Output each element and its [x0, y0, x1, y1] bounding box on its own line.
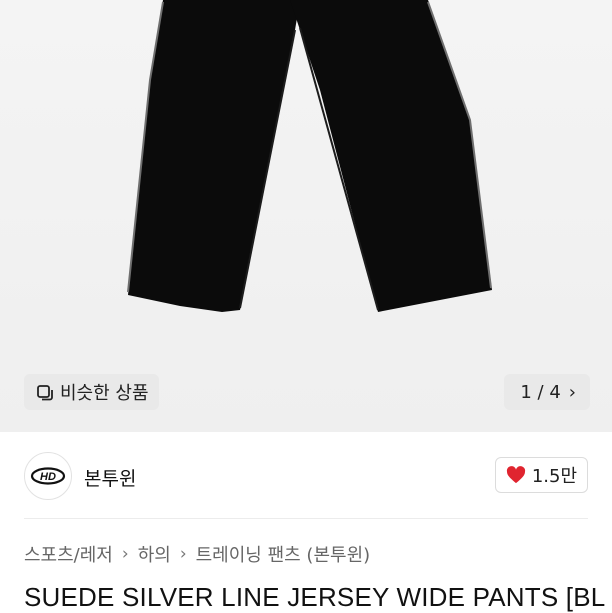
product-image-carousel[interactable]: 비슷한 상품 1 / 4 ›: [0, 0, 612, 432]
similar-items-icon: [37, 385, 53, 401]
product-title: SUEDE SILVER LINE JERSEY WIDE PANTS [BL: [24, 582, 606, 612]
breadcrumb: 스포츠/레저 › 하의 › 트레이닝 팬츠 (본투윈): [24, 541, 370, 567]
product-image-pants: [127, 0, 492, 312]
heart-icon: [506, 466, 525, 484]
shop-name[interactable]: 본투윈: [84, 464, 136, 491]
shop-avatar[interactable]: HD: [24, 452, 72, 500]
divider: [24, 518, 588, 519]
similar-products-button[interactable]: 비슷한 상품: [24, 374, 159, 410]
shop-logo-text: HD: [40, 471, 56, 483]
shop-logo: HD: [30, 467, 66, 485]
breadcrumb-item-type[interactable]: 트레이닝 팬츠 (본투윈): [196, 541, 371, 567]
chevron-right-icon: ›: [179, 544, 187, 564]
breadcrumb-item-category[interactable]: 스포츠/레저: [24, 541, 113, 567]
image-pager[interactable]: 1 / 4 ›: [504, 374, 590, 410]
shop-info-row: HD 본투윈 1.5만: [0, 448, 612, 504]
similar-products-label: 비슷한 상품: [60, 383, 149, 404]
chevron-right-icon: ›: [568, 381, 576, 403]
image-pager-count: 1 / 4: [520, 381, 561, 403]
chevron-right-icon: ›: [121, 544, 129, 564]
like-count: 1.5만: [531, 466, 577, 487]
like-button[interactable]: 1.5만: [494, 457, 588, 493]
breadcrumb-item-subcategory[interactable]: 하의: [138, 541, 171, 567]
